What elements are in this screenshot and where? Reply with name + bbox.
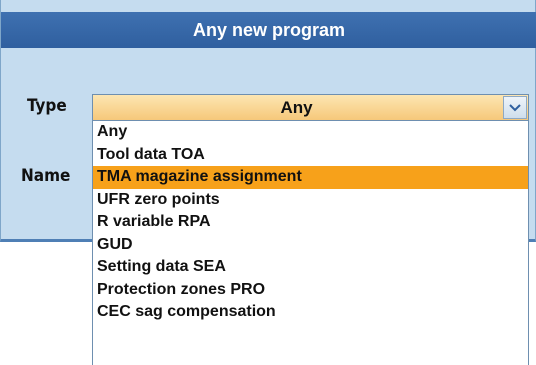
option-protection-zones-pro[interactable]: Protection zones PRO [93,279,528,302]
type-label: Type [27,96,67,116]
dropdown-button[interactable] [503,96,527,119]
option-tma-magazine-assignment[interactable]: TMA magazine assignment [93,166,528,189]
option-r-variable-rpa[interactable]: R variable RPA [93,211,528,234]
option-setting-data-sea[interactable]: Setting data SEA [93,256,528,279]
type-select-value: Any [280,97,313,117]
dialog-title: Any new program [1,12,536,48]
option-tool-data-toa[interactable]: Tool data TOA [93,144,528,167]
name-label: Name [21,166,71,186]
type-select[interactable]: Any [92,94,529,121]
option-cec-sag-compensation[interactable]: CEC sag compensation [93,301,528,324]
option-ufr-zero-points[interactable]: UFR zero points [93,189,528,212]
type-dropdown-list: Any Tool data TOA TMA magazine assignmen… [92,121,529,365]
option-any[interactable]: Any [93,121,528,144]
chevron-down-icon [509,103,521,111]
option-gud[interactable]: GUD [93,234,528,257]
